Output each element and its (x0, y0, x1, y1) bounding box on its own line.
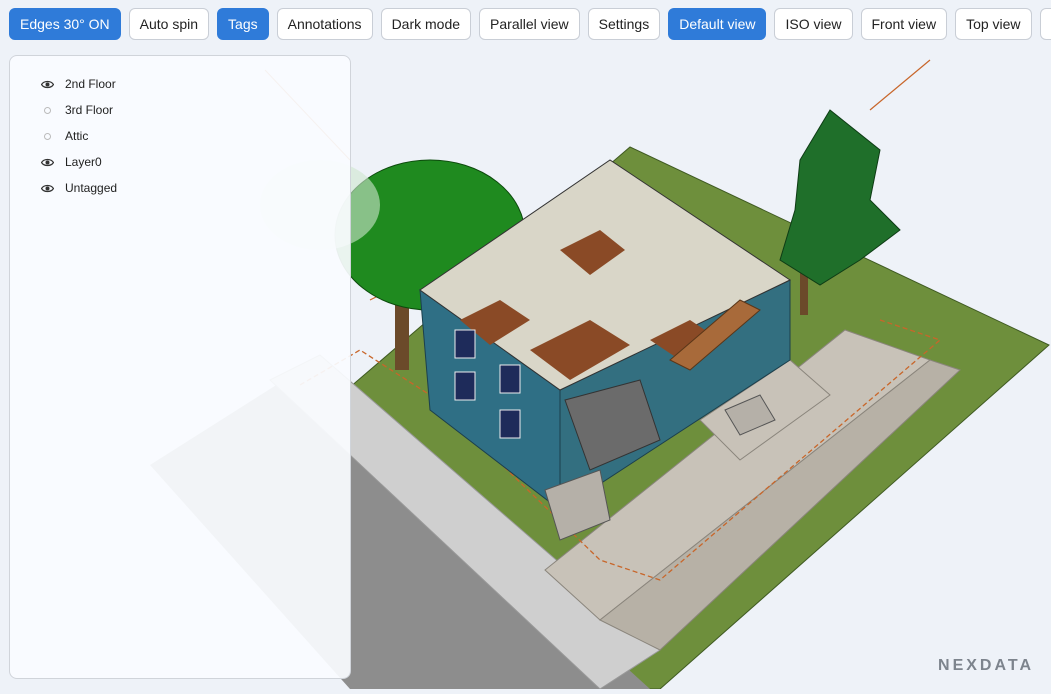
hidden-dot-icon[interactable] (40, 103, 54, 117)
tag-label: 2nd Floor (65, 77, 116, 91)
tag-label: Attic (65, 129, 89, 143)
dark-mode-button[interactable]: Dark mode (380, 8, 472, 40)
eye-icon[interactable] (40, 77, 54, 91)
toolbar: Edges 30° ON Auto spin Tags Annotations … (9, 8, 1051, 40)
tag-label: 3rd Floor (65, 103, 114, 117)
settings-button[interactable]: Settings (587, 8, 661, 40)
default-view-button[interactable]: Default view (668, 8, 767, 40)
top-view-button[interactable]: Top view (955, 8, 1032, 40)
eye-icon[interactable] (40, 155, 54, 169)
auto-spin-button[interactable]: Auto spin (128, 8, 210, 40)
tag-item-3rd-floor[interactable]: 3rd Floor (40, 97, 350, 123)
iso-view-button[interactable]: ISO view (774, 8, 853, 40)
tag-item-attic[interactable]: Attic (40, 123, 350, 149)
tags-button[interactable]: Tags (217, 8, 269, 40)
tag-list: 2nd Floor 3rd Floor Attic Layer0 Untagge… (10, 56, 350, 201)
parallel-view-button[interactable]: Parallel view (479, 8, 580, 40)
tag-label: Untagged (65, 181, 118, 195)
tag-label: Layer0 (65, 155, 102, 169)
annotations-button[interactable]: Annotations (276, 8, 373, 40)
tag-item-2nd-floor[interactable]: 2nd Floor (40, 71, 350, 97)
tags-panel: 2nd Floor 3rd Floor Attic Layer0 Untagge… (9, 55, 351, 679)
watermark-logo: NEXDATA (938, 657, 1034, 674)
eye-icon[interactable] (40, 181, 54, 195)
fit-button[interactable]: Fit (1039, 8, 1051, 40)
edges-30-toggle-button[interactable]: Edges 30° ON (9, 8, 121, 40)
tag-item-untagged[interactable]: Untagged (40, 175, 350, 201)
tag-item-layer0[interactable]: Layer0 (40, 149, 350, 175)
front-view-button[interactable]: Front view (860, 8, 948, 40)
hidden-dot-icon[interactable] (40, 129, 54, 143)
